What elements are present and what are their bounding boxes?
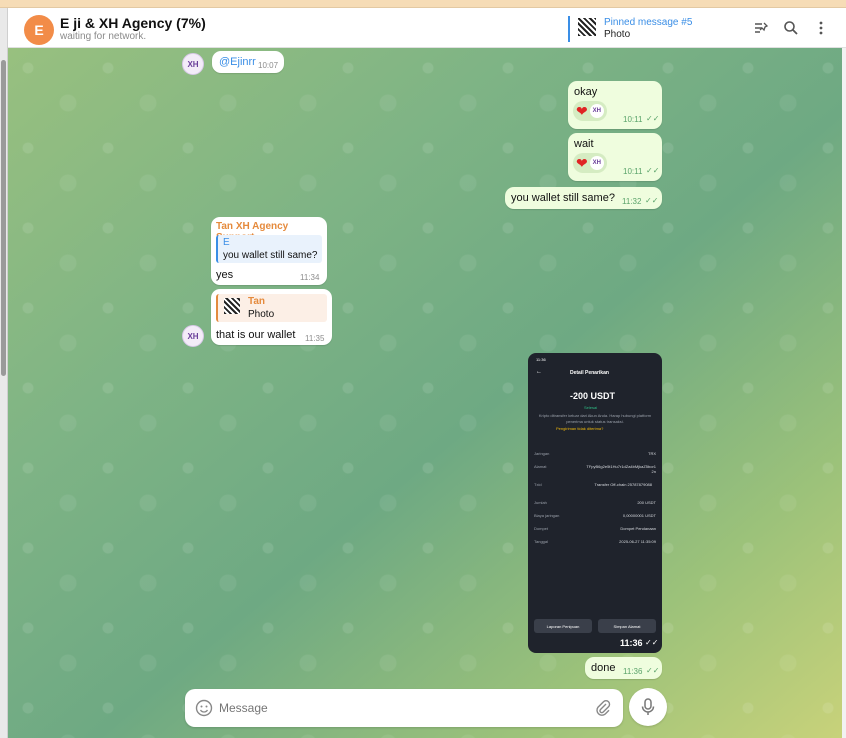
attach-icon[interactable] (595, 699, 611, 722)
row-value: 200 USDT (637, 500, 656, 505)
reply-quote[interactable]: Tan Photo (216, 294, 327, 322)
row-label: Jumlah (534, 500, 547, 505)
pinned-thumbnail (578, 18, 596, 36)
sender-avatar[interactable]: XH (182, 53, 204, 75)
row-label: Alamat (534, 464, 547, 469)
photo-message[interactable]: 11:36 ← Detail Penarikan -200 USDT Seles… (528, 353, 662, 653)
read-check-icon: ✓✓ (646, 114, 660, 123)
withdraw-note: Kripto ditransfer keluar dari Akun Anda.… (538, 413, 652, 424)
emoji-icon[interactable] (195, 699, 213, 722)
screen-title: Detail Penarikan (570, 370, 609, 376)
reply-thumbnail (224, 298, 240, 314)
reaction[interactable]: ❤ XH (573, 153, 607, 173)
row-label: Jaringan (534, 451, 550, 456)
more-menu-icon[interactable] (812, 19, 830, 37)
message-time: 11:36 (623, 667, 643, 676)
pinned-bar (568, 16, 570, 42)
chat-area[interactable]: XH @Ejinrr 10:07 okay ❤ XH 10:11 ✓✓ wait… (8, 48, 842, 738)
message-text[interactable]: @Ejinrr (219, 56, 256, 68)
message-time: 10:11 (623, 167, 643, 176)
back-arrow-icon: ← (536, 369, 542, 375)
reply-text: you wallet still same? (223, 250, 318, 261)
message-time: 10:11 (623, 115, 643, 124)
report-fraud-button: Laporan Penipuan (534, 619, 592, 633)
microphone-button[interactable] (629, 688, 667, 726)
row-value: TFpyB6g2e5t1Hu7r1dZa4bMjkaZ5bor12n (586, 464, 656, 474)
microphone-icon (641, 698, 655, 715)
search-icon[interactable] (782, 19, 800, 37)
pinned-preview: Photo (604, 29, 631, 40)
message-bubble[interactable]: Tan Photo that is our wallet 11:35 (211, 289, 332, 345)
reply-name: Tan (248, 296, 266, 307)
pin-list-icon[interactable] (752, 19, 770, 37)
row-value: 0,00000001 USDT (622, 513, 656, 518)
chat-title[interactable]: E ji & XH Agency (7%) (60, 15, 206, 31)
scrollbar-thumb[interactable] (1, 60, 6, 376)
save-address-button: Simpan Alamat (598, 619, 656, 633)
row-value: 2025-06-27 11:35:09 (619, 539, 656, 544)
reactor-avatar: XH (589, 156, 604, 170)
reply-text: Photo (248, 309, 275, 320)
heart-icon: ❤ (576, 155, 588, 171)
message-time: 11:34 (300, 273, 320, 282)
row-value: TRX (648, 451, 656, 456)
read-check-icon: ✓✓ (645, 196, 659, 205)
message-bubble[interactable]: okay ❤ XH 10:11 ✓✓ (568, 81, 662, 129)
reply-name: E (223, 237, 230, 248)
message-text: that is our wallet (216, 329, 296, 341)
withdraw-amount: -200 USDT (570, 391, 616, 401)
message-text: done (591, 662, 616, 674)
message-text: you wallet still same? (511, 192, 615, 204)
right-scrollbar[interactable] (842, 48, 846, 738)
message-bubble[interactable]: @Ejinrr 10:07 (212, 51, 284, 73)
row-label: Txid (534, 482, 542, 487)
window-top-strip (0, 0, 846, 8)
reply-quote[interactable]: E you wallet still same? (216, 235, 322, 263)
row-label: Biaya jaringan (534, 513, 560, 518)
message-bubble[interactable]: done 11:36 ✓✓ (585, 657, 662, 679)
reactor-avatar: XH (589, 104, 604, 118)
message-text: wait (574, 138, 594, 150)
pinned-title: Pinned message #5 (604, 17, 693, 28)
message-input[interactable] (219, 698, 579, 718)
message-time: 10:07 (258, 61, 279, 70)
read-check-icon: ✓✓ (645, 638, 659, 647)
status-time: 11:36 (536, 357, 546, 362)
chat-avatar[interactable]: E (24, 15, 54, 45)
message-time: 11:32 (622, 197, 642, 206)
row-value: Transfer Off-chain 25787879088 (594, 482, 652, 487)
withdraw-status: Selesai (584, 405, 598, 410)
help-link: Pengiriman tidak diterima? (556, 426, 604, 431)
row-value: Dompet Pendanaan (620, 526, 656, 531)
heart-icon: ❤ (576, 103, 588, 119)
chat-status: waiting for network. (60, 31, 147, 42)
sender-avatar[interactable]: XH (182, 325, 204, 347)
chat-header: E E ji & XH Agency (7%) waiting for netw… (8, 8, 846, 48)
message-composer[interactable] (185, 689, 623, 727)
row-label: Dompet (534, 526, 549, 531)
read-check-icon: ✓✓ (646, 666, 660, 675)
read-check-icon: ✓✓ (646, 166, 660, 175)
pinned-message[interactable]: Pinned message #5 Photo (568, 16, 728, 44)
message-bubble[interactable]: Tan XH Agency Support E you wallet still… (211, 217, 327, 285)
message-time: 11:35 (305, 334, 325, 343)
message-text: yes (216, 269, 234, 281)
message-bubble[interactable]: wait ❤ XH 10:11 ✓✓ (568, 133, 662, 181)
message-time: 11:36 (620, 638, 643, 648)
row-label: Tanggal (534, 539, 549, 544)
message-bubble[interactable]: you wallet still same? 11:32 ✓✓ (505, 187, 662, 209)
left-scrollbar[interactable] (0, 8, 8, 738)
message-text: okay (574, 86, 598, 98)
reaction[interactable]: ❤ XH (573, 101, 607, 121)
